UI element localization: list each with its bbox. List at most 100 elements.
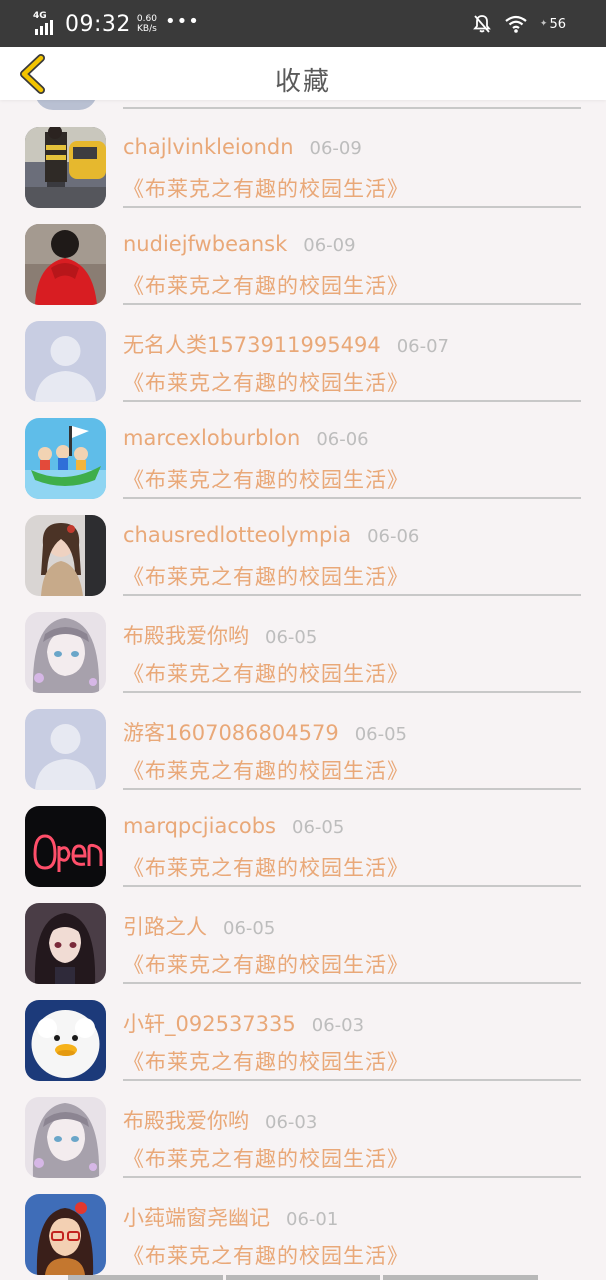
row-divider [123,400,581,402]
avatar[interactable] [25,1000,106,1081]
status-right: ✦ 56 [472,12,566,36]
bell-muted-icon [473,15,491,33]
avatar[interactable] [25,903,106,984]
avatar[interactable] [25,127,106,208]
battery-indicator: ✦ 56 [540,17,566,32]
username-text: 布殿我爱你哟 [123,1109,249,1133]
speed-unit: KB/s [137,24,157,34]
username[interactable]: marcexloburblon 06-06 [123,426,369,450]
row-divider [123,497,581,499]
row-divider [123,206,581,208]
username[interactable]: 引路之人 06-05 [123,911,275,941]
book-title[interactable]: 《布莱克之有趣的校园生活》 [123,755,409,785]
book-title[interactable]: 《布莱克之有趣的校园生活》 [123,464,409,494]
page-title: 收藏 [274,67,331,97]
date-text: 06-05 [265,627,318,648]
list-item[interactable]: 游客1607086804579 06-05 《布莱克之有趣的校园生活》 [0,709,606,806]
list-item[interactable]: 布殿我爱你哟 06-03 《布莱克之有趣的校园生活》 [0,1097,606,1194]
username-text: chajlvinkleiondn [123,135,294,159]
book-title[interactable]: 《布莱克之有趣的校园生活》 [123,367,409,397]
avatar[interactable] [25,224,106,305]
date-text: 06-05 [292,817,345,838]
book-title[interactable]: 《布莱克之有趣的校园生活》 [123,658,409,688]
row-divider [123,594,581,596]
username-text: 小轩_092537335 [123,1012,296,1036]
list-item[interactable]: 小轩_092537335 06-03 《布莱克之有趣的校园生活》 [0,1000,606,1097]
row-divider [123,1079,581,1081]
username-text: 小莼端窗尧幽记 [123,1206,270,1230]
username-text: 引路之人 [123,915,207,939]
username-text: nudiejfwbeansk [123,232,288,256]
book-title[interactable]: 《布莱克之有趣的校园生活》 [123,1046,409,1076]
book-title[interactable]: 《布莱克之有趣的校园生活》 [123,852,409,882]
date-text: 06-06 [316,429,369,450]
row-divider [123,982,581,984]
username-text: chausredlotteolympia [123,523,352,547]
date-text: 06-09 [309,138,362,159]
book-title[interactable]: 《布莱克之有趣的校园生活》 [123,949,409,979]
date-text: 06-09 [303,235,356,256]
list-item[interactable]: chausredlotteolympia 06-06 《布莱克之有趣的校园生活》 [0,515,606,612]
avatar[interactable] [25,612,106,693]
row-divider [123,885,581,887]
list-item[interactable]: chajlvinkleiondn 06-09 《布莱克之有趣的校园生活》 [0,127,606,224]
battery-icon: ✦ [539,19,548,29]
date-text: 06-07 [396,336,450,357]
avatar[interactable] [25,1097,106,1178]
username[interactable]: 游客1607086804579 06-05 [123,717,407,747]
book-title[interactable]: 《布莱克之有趣的校园生活》 [123,270,409,300]
book-title[interactable]: 《布莱克之有趣的校园生活》 [123,561,409,591]
username[interactable]: marqpcjiacobs 06-05 [123,814,344,838]
username-text: marqpcjiacobs [123,814,276,838]
status-left: 4G 09:32 0.60 KB/s ••• [33,10,200,38]
list-item[interactable]: 布殿我爱你哟 06-05 《布莱克之有趣的校园生活》 [0,612,606,709]
list-item[interactable]: 小莼端窗尧幽记 06-01 《布莱克之有趣的校园生活》 [0,1194,606,1280]
list-item[interactable]: 引路之人 06-05 《布莱克之有趣的校园生活》 [0,903,606,1000]
status-bar: 4G 09:32 0.60 KB/s ••• ✦ 56 [0,0,606,47]
row-divider [123,107,581,109]
username[interactable]: chausredlotteolympia 06-06 [123,523,419,547]
avatar[interactable] [25,806,106,887]
date-text: 06-06 [367,526,420,547]
bottom-bar-edge [68,1275,539,1280]
battery-level: 56 [549,16,566,32]
username[interactable]: 无名人类1573911995494 06-07 [123,329,449,359]
avatar[interactable] [25,1194,106,1275]
username[interactable]: chajlvinkleiondn 06-09 [123,135,362,159]
avatar[interactable] [25,418,106,499]
username[interactable]: 小轩_092537335 06-03 [123,1008,364,1038]
signal-icon: 4G [33,11,59,35]
avatar[interactable] [25,515,106,596]
date-text: 06-05 [223,918,276,939]
list-item[interactable]: nudiejfwbeansk 06-09 《布莱克之有趣的校园生活》 [0,224,606,321]
avatar[interactable] [25,709,106,790]
book-title[interactable]: 《布莱克之有趣的校园生活》 [123,1240,409,1270]
favorites-list[interactable]: chajlvinkleiondn 06-09 《布莱克之有趣的校园生活》 nudi… [0,100,606,1280]
clock: 09:32 [65,11,131,37]
list-item[interactable]: 无名人类1573911995494 06-07 《布莱克之有趣的校园生活》 [0,321,606,418]
list-item[interactable]: marqpcjiacobs 06-05 《布莱克之有趣的校园生活》 [0,806,606,903]
username-text: 游客1607086804579 [123,721,339,745]
username-text: 无名人类1573911995494 [123,333,381,357]
list-item[interactable]: marcexloburblon 06-06 《布莱克之有趣的校园生活》 [0,418,606,515]
username[interactable]: 布殿我爱你哟 06-05 [123,620,317,650]
row-divider [123,691,581,693]
date-text: 06-01 [286,1209,339,1230]
avatar [35,100,97,110]
username[interactable]: nudiejfwbeansk 06-09 [123,232,356,256]
wifi-icon [505,15,527,33]
speed-value: 0.60 [136,14,157,24]
list-item-partial [0,100,606,110]
row-divider [123,303,581,305]
avatar[interactable] [25,321,106,402]
book-title[interactable]: 《布莱克之有趣的校园生活》 [123,173,409,203]
date-text: 06-05 [354,724,408,745]
network-speed: 0.60 KB/s [137,14,157,34]
row-divider [123,1176,581,1178]
username[interactable]: 布殿我爱你哟 06-03 [123,1105,317,1135]
username-text: 布殿我爱你哟 [123,624,249,648]
more-notifications-icon: ••• [164,10,200,32]
book-title[interactable]: 《布莱克之有趣的校园生活》 [123,1143,409,1173]
username[interactable]: 小莼端窗尧幽记 06-01 [123,1202,338,1232]
username-text: marcexloburblon [123,426,301,450]
